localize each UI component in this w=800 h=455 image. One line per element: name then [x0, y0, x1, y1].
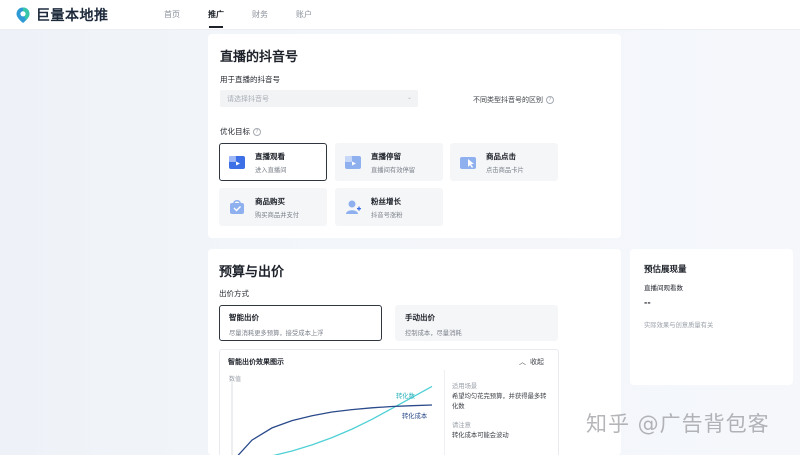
series-label-cost: 转化成本 — [402, 413, 428, 420]
goal-subtitle: 进入直播间 — [255, 166, 287, 174]
bid-option-manual[interactable]: 手动出价 控制成本，尽量消耗 — [395, 305, 558, 341]
estimate-label: 直播间观看数 — [644, 284, 683, 292]
goal-subtitle: 购买商品并支付 — [255, 211, 300, 219]
goal-title: 商品购买 — [255, 196, 285, 206]
goal-option-product-click[interactable]: 商品点击 点击商品卡片 — [450, 143, 558, 181]
help-icon[interactable]: ? — [546, 96, 554, 104]
goal-title: 商品点击 — [486, 151, 516, 161]
estimate-card: 预估展现量 直播间观看数 -- 实际效果与创意质量有关 — [630, 249, 793, 385]
bid-option-title: 智能出价 — [229, 313, 259, 322]
chart-divider — [444, 370, 445, 455]
goal-option-follower-growth[interactable]: 粉丝增长 抖音号涨粉 — [335, 188, 443, 226]
goal-label-row: 优化目标 ? — [220, 126, 261, 137]
live-account-card: 直播的抖音号 用于直播的抖音号 请选择抖音号 ⌄ 不同类型抖音号的区别 ? 优化… — [208, 34, 621, 238]
video-card-icon — [345, 156, 361, 169]
note-body-caution: 转化成本可能会波动 — [452, 432, 509, 439]
nav-item-account[interactable]: 账户 — [282, 0, 326, 30]
account-field-label: 用于直播的抖音号 — [220, 75, 280, 84]
help-icon[interactable]: ? — [253, 127, 261, 136]
goal-option-live-watch[interactable]: 直播观看 进入直播间 — [219, 143, 327, 181]
watermark-text: 知乎 @广告背包客 — [586, 412, 770, 436]
account-type-diff-label: 不同类型抖音号的区别 — [473, 96, 543, 104]
click-card-icon — [460, 157, 476, 169]
bid-option-title: 手动出价 — [405, 313, 435, 322]
main-nav: 首页 推广 财务 账户 — [150, 0, 326, 30]
goal-subtitle: 直播间有效停留 — [371, 166, 416, 174]
brand-logo[interactable]: 巨量本地推 — [14, 5, 132, 25]
top-nav-bar: 巨量本地推 首页 推广 财务 账户 — [0, 0, 800, 30]
chevron-down-icon: ⌄ — [406, 94, 412, 101]
nav-item-finance[interactable]: 财务 — [238, 0, 282, 30]
estimate-note: 实际效果与创意质量有关 — [644, 322, 714, 329]
bid-option-smart[interactable]: 智能出价 尽量消耗更多预算，接受成本上浮 — [219, 305, 382, 341]
estimate-title: 预估展现量 — [644, 265, 687, 275]
account-select[interactable]: 请选择抖音号 ⌄ — [220, 90, 418, 107]
goal-title: 直播观看 — [255, 151, 285, 161]
account-select-placeholder: 请选择抖音号 — [227, 94, 269, 103]
budget-title: 预算与出价 — [219, 265, 285, 280]
goal-option-live-stay[interactable]: 直播停留 直播间有效停留 — [335, 143, 443, 181]
goal-option-product-purchase[interactable]: 商品购买 购买商品并支付 — [219, 188, 327, 226]
video-card-icon — [229, 156, 245, 169]
goal-title: 粉丝增长 — [371, 196, 401, 206]
bid-option-subtitle: 尽量消耗更多预算，接受成本上浮 — [229, 330, 324, 337]
live-account-title: 直播的抖音号 — [220, 50, 299, 65]
goal-subtitle: 点击商品卡片 — [486, 166, 524, 174]
brand-name: 巨量本地推 — [36, 7, 109, 24]
nav-item-home[interactable]: 首页 — [150, 0, 194, 30]
note-head-scenario: 适用场景 — [452, 383, 478, 390]
goal-subtitle: 抖音号涨粉 — [371, 211, 403, 219]
goal-label: 优化目标 — [220, 127, 250, 136]
account-type-diff-link[interactable]: 不同类型抖音号的区别 ? — [473, 95, 554, 105]
budget-bid-card: 预算与出价 出价方式 智能出价 尽量消耗更多预算，接受成本上浮 手动出价 控制成… — [208, 249, 621, 455]
user-plus-icon — [346, 200, 361, 214]
series-label-conversions: 转化数 — [396, 393, 415, 400]
bid-method-label: 出价方式 — [219, 289, 249, 298]
goal-title: 直播停留 — [371, 151, 401, 161]
nav-item-promotion[interactable]: 推广 — [194, 0, 238, 30]
shopping-bag-icon — [230, 200, 244, 214]
note-head-caution: 请注意 — [452, 422, 471, 429]
location-pin-logo-icon — [16, 7, 30, 23]
note-body-scenario: 希望均匀花完预算，并获得最多转化数 — [452, 393, 547, 410]
smart-bid-chart-panel: 智能出价效果图示 ︿ 收起 数值 转化数 转化成本 适用场景 希望均匀花完预算，… — [219, 349, 559, 455]
estimate-value: -- — [644, 298, 651, 307]
bid-option-subtitle: 控制成本，尽量消耗 — [405, 330, 462, 337]
